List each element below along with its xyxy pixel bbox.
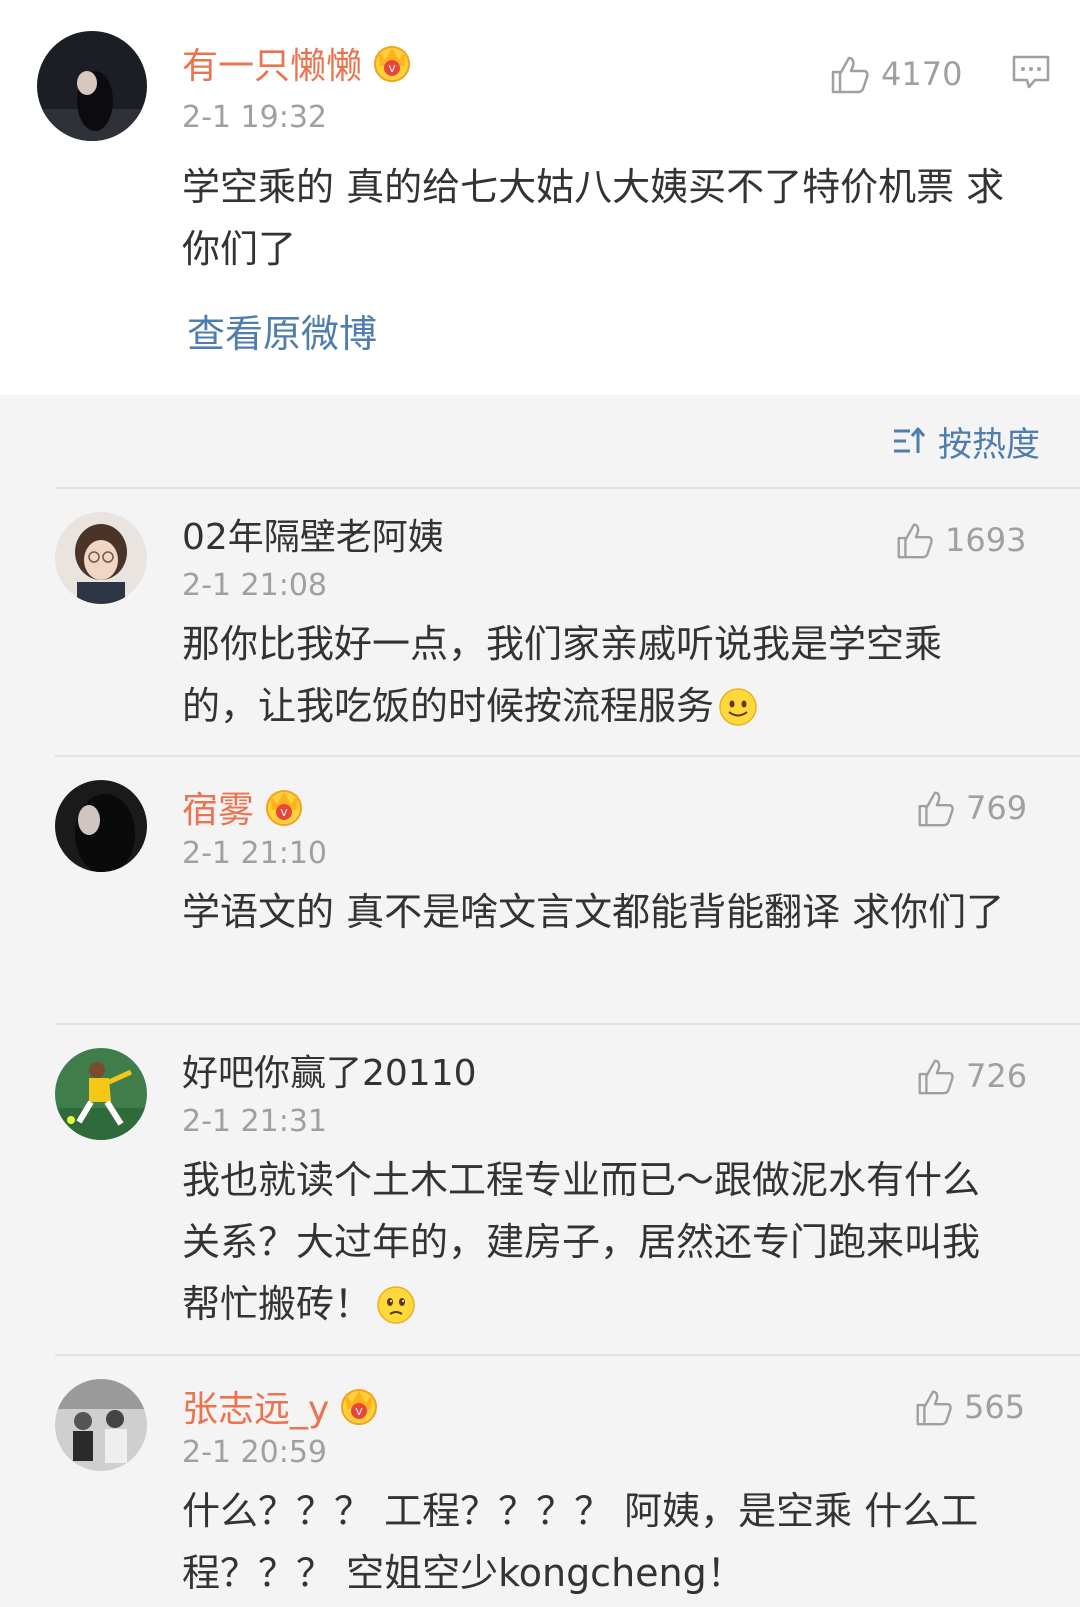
like-button[interactable]: 565	[912, 1385, 1025, 1429]
like-button[interactable]: 769	[914, 786, 1027, 830]
svg-text:V: V	[281, 808, 288, 819]
sad-emoji-icon	[376, 1281, 416, 1343]
divider	[55, 1354, 1080, 1356]
comment-content: 学空乘的 真的给七大姑八大姨买不了特价机票 求你们了	[182, 165, 1005, 271]
divider	[55, 487, 1080, 489]
comment-text: 我也就读个土木工程专业而已～跟做泥水有什么关系？大过年的，建房子，居然还专门跑来…	[182, 1158, 981, 1326]
divider	[55, 1023, 1080, 1025]
svg-text:V: V	[389, 64, 396, 75]
like-count: 565	[964, 1388, 1026, 1426]
sort-by-heat-button[interactable]: 按热度	[892, 419, 1040, 465]
username[interactable]: 宿雾 V	[182, 784, 306, 839]
avatar[interactable]	[37, 31, 147, 141]
comment-content: 我也就读个土木工程专业而已～跟做泥水有什么关系？大过年的，建房子，居然还专门跑来…	[182, 1149, 1012, 1343]
avatar[interactable]	[55, 512, 147, 604]
timestamp: 2-1 20:59	[182, 1435, 327, 1470]
like-count: 726	[966, 1057, 1028, 1095]
like-count: 769	[966, 789, 1028, 827]
username-text[interactable]: 张志远_y	[182, 1389, 329, 1430]
vip-crown-icon: V	[337, 1383, 381, 1438]
like-button[interactable]: 726	[914, 1054, 1027, 1098]
thumbs-up-icon	[918, 1059, 954, 1095]
thumbs-up-icon	[897, 523, 933, 559]
username[interactable]: 有一只懒懒 V	[182, 40, 414, 95]
smile-emoji-icon	[718, 683, 758, 745]
like-count: 1693	[945, 521, 1027, 559]
divider	[55, 755, 1080, 757]
timestamp: 2-1 21:31	[182, 1104, 327, 1139]
thumbs-up-icon	[918, 791, 954, 827]
svg-text:V: V	[356, 1407, 363, 1418]
comment-content: 学语文的 真不是啥文言文都能背能翻译 求你们了	[182, 890, 1005, 934]
username[interactable]: 02年隔壁老阿姨	[182, 516, 444, 560]
avatar[interactable]	[55, 1048, 147, 1140]
comment-reply-icon[interactable]	[1011, 54, 1051, 94]
avatar[interactable]	[55, 780, 147, 872]
like-button[interactable]: 1693	[893, 518, 1026, 562]
like-button[interactable]: 4170	[827, 52, 962, 96]
comment-content: 什么？？？ 工程？？？？ 阿姨，是空乘 什么工程？？？ 空姐空少kongchen…	[182, 1489, 979, 1595]
avatar[interactable]	[55, 1379, 147, 1471]
username[interactable]: 张志远_y V	[182, 1383, 381, 1438]
username-text[interactable]: 有一只懒懒	[182, 46, 362, 87]
view-original-link[interactable]: 查看原微博	[187, 312, 377, 356]
vip-crown-icon: V	[262, 784, 306, 839]
main-comment: 有一只懒懒 V 2-1 19:32 4170 学空乘的 真的给七大姑八大姨买不了特…	[0, 0, 1080, 395]
sort-label: 按热度	[938, 424, 1040, 465]
comment-content: 那你比我好一点，我们家亲戚听说我是学空乘的，让我吃饭的时候按流程服务	[182, 613, 1012, 745]
timestamp: 2-1 19:32	[182, 100, 327, 135]
thumbs-up-icon	[831, 56, 869, 94]
vip-crown-icon: V	[370, 40, 414, 95]
thumbs-up-icon	[916, 1390, 952, 1426]
username-text[interactable]: 宿雾	[182, 790, 254, 831]
timestamp: 2-1 21:08	[182, 568, 327, 603]
sort-icon	[894, 427, 926, 453]
timestamp: 2-1 21:10	[182, 836, 327, 871]
sort-bar: 按热度	[0, 395, 1080, 487]
username[interactable]: 好吧你赢了20110	[182, 1052, 477, 1096]
comment-text: 那你比我好一点，我们家亲戚听说我是学空乘的，让我吃饭的时候按流程服务	[182, 622, 943, 728]
like-count: 4170	[881, 55, 963, 93]
